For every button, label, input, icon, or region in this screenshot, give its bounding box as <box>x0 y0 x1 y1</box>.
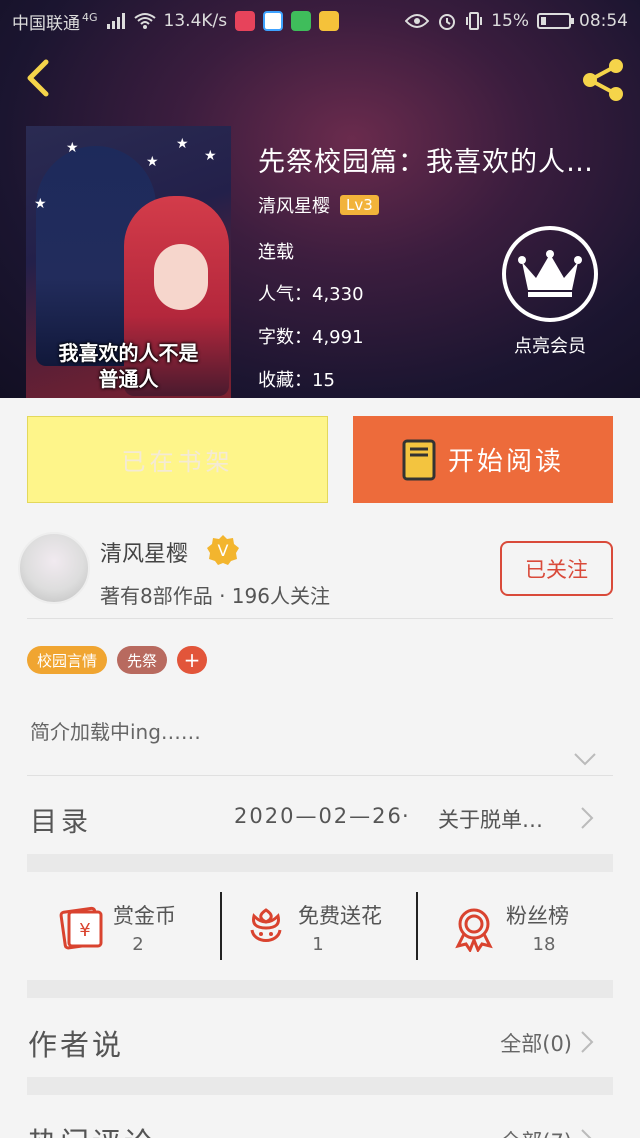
book-header: 中国联通 4G 13.4K/s 15% 08:54 ★ ★ ★ ★ ★ 我喜欢的… <box>0 0 640 398</box>
stats-row: ¥ 赏金币 2 免费送花 1 粉丝榜 18 <box>0 876 640 986</box>
battery-icon <box>537 13 574 29</box>
book-title: 先祭校园篇：我喜欢的人… <box>258 147 594 178</box>
toc-latest-chapter: 关于脱单… <box>438 808 543 832</box>
author-info: 著有8部作品 · 196人关注 <box>100 584 330 608</box>
book-detail-panel: 已在书架 开始阅读 清风星樱 V 著有8部作品 · 196人关注 已关注 校园言… <box>0 398 640 1138</box>
hot-comments-label: 热门评论 <box>28 1120 156 1138</box>
status-bar: 中国联通 4G 13.4K/s 15% 08:54 <box>0 0 640 42</box>
chevron-right-icon <box>581 807 594 829</box>
cover-text-line: 我喜欢的人不是 <box>58 341 199 365</box>
toc-label: 目录 <box>30 807 92 838</box>
hot-comments-row[interactable]: 热门评论 全部(7) <box>0 1098 640 1138</box>
add-tag-button[interactable]: + <box>177 646 208 674</box>
star-decoration: ★ ★ ★ ★ ★ <box>34 136 217 212</box>
book-favorites: 收藏：15 <box>258 370 335 391</box>
in-shelf-button[interactable]: 已在书架 <box>27 416 328 503</box>
divider <box>416 892 418 960</box>
author-says-all-link[interactable]: 全部(0) <box>500 1028 572 1058</box>
vip-button[interactable]: 点亮会员 <box>500 226 600 358</box>
stat-name: 赏金币 <box>113 904 176 928</box>
alarm-icon <box>439 14 456 30</box>
tag-item[interactable]: 校园言情 <box>27 646 108 674</box>
toc-update-date: 2020—02—26 <box>234 804 403 828</box>
wifi-icon <box>133 13 156 29</box>
free-flower-button[interactable]: 免费送花 1 <box>212 876 407 986</box>
eye-icon <box>405 14 430 28</box>
start-reading-label: 开始阅读 <box>447 447 564 477</box>
stat-count: 1 <box>312 934 324 955</box>
start-reading-button[interactable]: 开始阅读 <box>353 416 613 503</box>
level-badge: Lv3 <box>340 195 379 215</box>
flower-icon <box>250 908 282 942</box>
section-separator <box>27 980 613 998</box>
section-separator <box>27 1077 613 1095</box>
carrier-label: 中国联通 <box>12 13 80 34</box>
stat-count: 2 <box>132 934 144 955</box>
vip-label: 点亮会员 <box>514 336 586 357</box>
book-cover[interactable]: ★ ★ ★ ★ ★ 我喜欢的人不是 普通人 <box>26 126 231 398</box>
book-word-count: 字数：4,991 <box>258 327 364 348</box>
section-separator <box>27 854 613 872</box>
cover-text-line: 普通人 <box>98 367 159 391</box>
app-notification-icon <box>319 11 340 31</box>
author-name[interactable]: 清风星樱 <box>100 536 188 568</box>
chevron-down-icon[interactable] <box>572 750 598 768</box>
network-speed: 13.4K/s <box>163 11 228 31</box>
toc-separator-dot: · <box>402 804 409 828</box>
back-arrow-icon[interactable] <box>18 58 58 98</box>
verified-badge-text: V <box>218 541 229 560</box>
author-says-row[interactable]: 作者说 全部(0) <box>0 1000 640 1080</box>
share-icon[interactable] <box>578 54 630 106</box>
stat-count: 18 <box>532 934 556 955</box>
book-intro: 简介加载中ing…… <box>30 720 201 744</box>
author-says-label: 作者说 <box>28 1028 125 1062</box>
followed-button[interactable]: 已关注 <box>500 541 613 596</box>
battery-percent: 15% <box>491 11 529 31</box>
divider <box>220 892 222 960</box>
clock: 08:54 <box>579 11 628 31</box>
red-envelope-icon: ¥ <box>59 906 103 950</box>
tag-item[interactable]: 先祭 <box>117 646 168 674</box>
vibrate-icon <box>466 12 483 30</box>
divider <box>27 618 613 619</box>
chevron-right-icon <box>581 1031 594 1053</box>
stat-name: 粉丝榜 <box>506 904 569 928</box>
verified-badge-icon: V <box>207 535 239 565</box>
book-status: 连载 <box>258 242 294 263</box>
network-type: 4G <box>82 10 98 24</box>
book-icon <box>402 439 436 480</box>
app-notification-icon <box>263 11 284 31</box>
author-avatar[interactable] <box>18 532 90 604</box>
book-author[interactable]: 清风星樱 <box>258 192 330 218</box>
fan-ranking-button[interactable]: 粉丝榜 18 <box>420 876 615 986</box>
table-of-contents-row[interactable]: 目录 2020—02—26 · 关于脱单… <box>0 776 640 860</box>
book-popularity: 人气：4,330 <box>258 284 364 305</box>
app-notification-icon <box>291 11 312 31</box>
tag-list: 校园言情 先祭 + <box>27 646 208 674</box>
reward-coins-button[interactable]: ¥ 赏金币 2 <box>27 876 222 986</box>
svg-text:¥: ¥ <box>79 920 90 941</box>
crown-icon <box>518 250 582 297</box>
stat-name: 免费送花 <box>298 904 382 928</box>
author-card[interactable]: 清风星樱 V 著有8部作品 · 196人关注 已关注 <box>0 518 640 618</box>
hot-comments-all-link[interactable]: 全部(7) <box>500 1126 572 1138</box>
chevron-right-icon <box>581 1129 592 1138</box>
signal-icon <box>106 13 125 29</box>
app-notification-icon <box>235 11 256 31</box>
medal-icon <box>455 908 493 952</box>
